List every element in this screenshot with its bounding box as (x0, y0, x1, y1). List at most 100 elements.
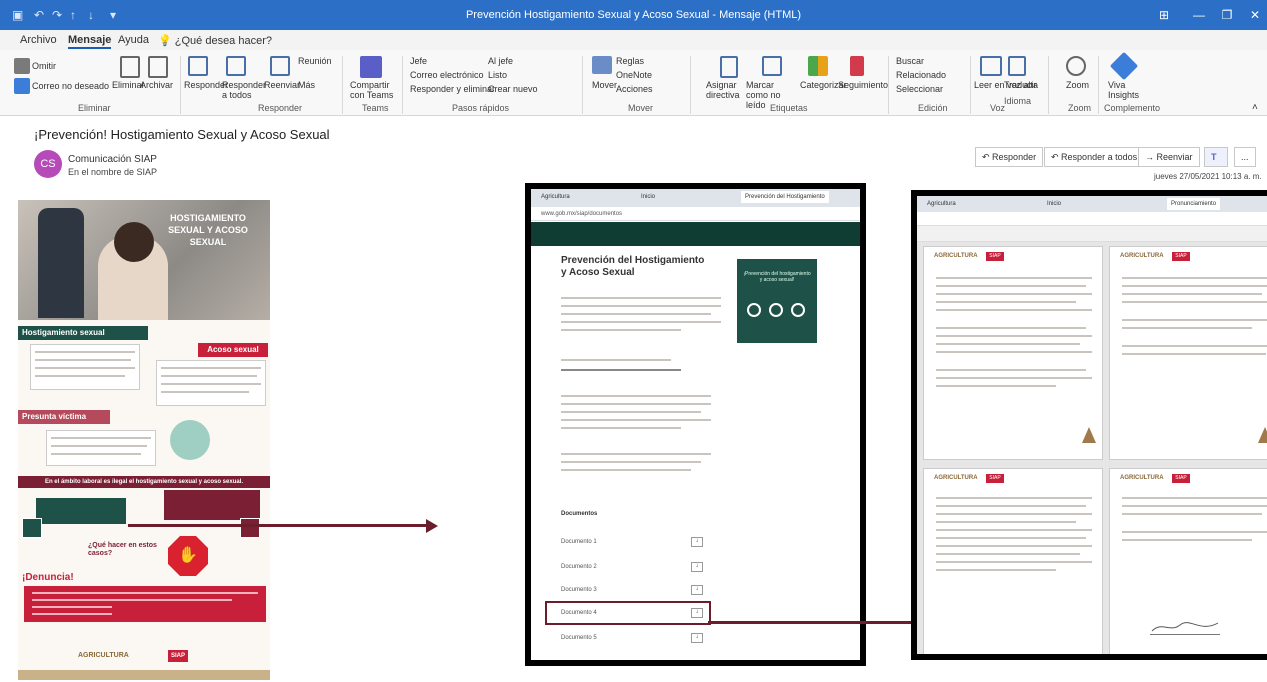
address-bar[interactable]: www.gob.mx/siap/documentos (531, 207, 860, 221)
victima-text-box (46, 430, 156, 466)
document-link[interactable]: Documento 4 (561, 610, 597, 616)
group-label-pasos: Pasos rápidos (452, 103, 510, 113)
assign-policy-button[interactable]: Asignar directiva (706, 80, 746, 100)
avatar: CS (34, 150, 62, 178)
pdf-page: AGRICULTURA SIAP (923, 468, 1103, 654)
teams-action-button[interactable]: T (1204, 147, 1228, 167)
ribbon-options-icon[interactable]: ⊞ (1150, 5, 1178, 25)
browser-tab[interactable]: Agricultura (927, 198, 956, 210)
sender-name[interactable]: Comunicación SIAP (68, 154, 157, 165)
browser-tab[interactable]: Agricultura (541, 191, 570, 203)
archive-icon (148, 56, 168, 78)
actions-button[interactable]: Acciones (616, 84, 653, 94)
quickstep-reply-delete[interactable]: Responder y eliminar (410, 84, 495, 94)
rules-button[interactable]: Reglas (616, 56, 644, 66)
reply-all-button[interactable]: Responder a todos (222, 80, 266, 100)
signature (1150, 619, 1220, 635)
on-behalf: En el nombre de SIAP (68, 167, 158, 177)
text-line (1122, 505, 1267, 507)
browser-tab-strip: Agricultura Inicio Pronunciamiento (917, 196, 1267, 212)
download-icon[interactable]: ↓ (691, 585, 703, 595)
text-line (936, 529, 1092, 531)
document-link[interactable]: Documento 3 (561, 587, 701, 593)
junk-button[interactable]: Correo no deseado (32, 81, 109, 91)
download-icon[interactable]: ↓ (691, 562, 703, 572)
ignore-button[interactable]: Omitir (32, 61, 56, 71)
tell-me-search[interactable]: 💡 ¿Qué desea hacer? (158, 34, 272, 47)
download-icon[interactable]: ↓ (691, 608, 703, 618)
text-line (561, 411, 701, 413)
viva-insights-icon (1109, 51, 1139, 81)
agricultura-logo: AGRICULTURA (1120, 253, 1164, 259)
document-link[interactable]: Documento 1 (561, 539, 701, 545)
reply-icon (188, 56, 208, 76)
text-line (32, 592, 258, 594)
text-line (1122, 345, 1267, 347)
agricultura-logo: AGRICULTURA (934, 475, 978, 481)
browser-tab[interactable]: Inicio (641, 191, 655, 203)
quickstep-email[interactable]: Correo electrónico (410, 70, 484, 80)
select-button[interactable]: Seleccionar (896, 84, 943, 94)
browser-tab-active[interactable]: Prevención del Hostigamiento (741, 191, 829, 203)
onenote-button[interactable]: OneNote (616, 70, 652, 80)
infographic-image: HOSTIGAMIENTO SEXUAL Y ACOSO SEXUAL Host… (18, 200, 270, 680)
browser-tab-strip: Agricultura Inicio Prevención del Hostig… (531, 189, 860, 207)
close-button[interactable]: ✕ (1241, 5, 1267, 25)
related-button[interactable]: Relacionado (896, 70, 946, 80)
quickstep-jefe[interactable]: Jefe (410, 56, 427, 66)
tab-mensaje[interactable]: Mensaje (68, 34, 112, 49)
move-button[interactable]: Mover (592, 80, 617, 90)
text-line (561, 369, 681, 371)
address-bar[interactable] (917, 212, 1267, 226)
more-button[interactable]: Más (298, 80, 315, 90)
tab-archivo[interactable]: Archivo (20, 34, 57, 46)
group-label-idioma: Idioma (1004, 96, 1032, 106)
group-label-complemento: Complemento (1104, 103, 1161, 113)
siap-logo: SIAP (1172, 474, 1190, 483)
find-button[interactable]: Buscar (896, 56, 924, 66)
forward-action-button[interactable]: → Reenviar (1138, 147, 1200, 167)
browser-tab[interactable]: Inicio (1047, 198, 1061, 210)
ribbon-separator (1048, 56, 1049, 114)
wine-box (164, 490, 260, 520)
footer-bar (18, 670, 270, 680)
viva-insights-button[interactable]: Viva Insights (1108, 80, 1144, 100)
text-line (561, 427, 681, 429)
followup-button[interactable]: Seguimiento (838, 80, 888, 90)
flag-icon (850, 56, 864, 76)
quickstep-listo[interactable]: Listo (488, 70, 507, 80)
minimize-button[interactable]: — (1185, 5, 1213, 25)
forward-button[interactable]: Reenviar (264, 80, 300, 90)
text-line (936, 553, 1080, 555)
document-link[interactable]: Documento 5 (561, 635, 701, 641)
zoom-icon (1066, 56, 1086, 76)
download-icon[interactable]: ↓ (691, 537, 703, 547)
more-actions-button[interactable]: ... (1234, 147, 1256, 167)
translate-button[interactable]: Traducir (1004, 80, 1037, 90)
download-icon[interactable]: ↓ (691, 633, 703, 643)
message-subject: ¡Prevención! Hostigamiento Sexual y Acos… (34, 127, 330, 142)
text-line (561, 469, 691, 471)
reply-action-button[interactable]: ↶ Responder (975, 147, 1044, 167)
text-line (561, 403, 711, 405)
quickstep-al-jefe[interactable]: Al jefe (488, 56, 513, 66)
reply-all-icon (226, 56, 246, 76)
tab-ayuda[interactable]: Ayuda (118, 34, 149, 46)
meeting-button[interactable]: Reunión (298, 56, 332, 66)
share-teams-button[interactable]: Compartir con Teams (350, 80, 394, 100)
text-line (936, 369, 1086, 371)
ribbon-separator (342, 56, 343, 114)
agricultura-logo: AGRICULTURA (1120, 475, 1164, 481)
man-figure (38, 208, 84, 318)
restore-button[interactable]: ❐ (1213, 5, 1241, 25)
siap-logo: SIAP (986, 252, 1004, 261)
text-line (936, 377, 1092, 379)
archive-button[interactable]: Archivar (140, 80, 173, 90)
reply-all-action-button[interactable]: ↶ Responder a todos (1044, 147, 1145, 167)
zoom-button[interactable]: Zoom (1066, 80, 1089, 90)
browser-tab-active[interactable]: Pronunciamiento (1167, 198, 1221, 210)
highlighted-document-row[interactable]: Documento 4 ↓ (545, 601, 711, 625)
document-link[interactable]: Documento 2 (561, 564, 701, 570)
collapse-ribbon-icon[interactable]: ˄ (1252, 102, 1258, 113)
quickstep-crear[interactable]: Crear nuevo (488, 84, 538, 94)
